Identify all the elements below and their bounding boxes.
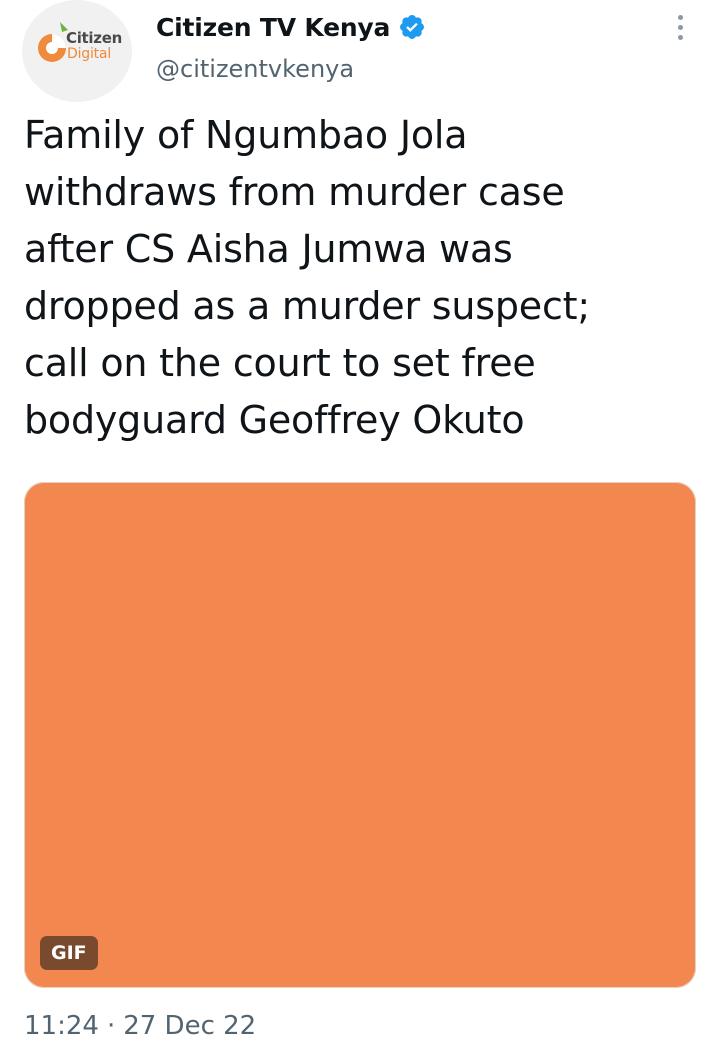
- display-name[interactable]: Citizen TV Kenya: [156, 13, 390, 42]
- tweet-time: 11:24: [24, 1011, 99, 1041]
- tweet-timestamp[interactable]: 11:24 · 27 Dec 22: [24, 1011, 256, 1041]
- tweet-text: Family of Ngumbao Jola withdraws from mu…: [24, 113, 590, 442]
- avatar[interactable]: Citizen Digital: [22, 0, 132, 102]
- more-vertical-icon: [677, 34, 683, 40]
- more-options-button[interactable]: [664, 10, 696, 44]
- more-vertical-icon: [677, 14, 683, 20]
- gif-badge: GIF: [40, 936, 98, 970]
- avatar-logo-line-2: Digital: [67, 46, 112, 62]
- timestamp-separator: ·: [106, 1011, 116, 1041]
- author-handle[interactable]: @citizentvkenya: [156, 55, 354, 83]
- more-vertical-icon: [677, 24, 683, 30]
- tweet-date: 27 Dec 22: [123, 1011, 257, 1041]
- verified-badge-icon: [400, 15, 425, 39]
- tweet-container: Citizen Digital Citizen TV Kenya @citize…: [0, 0, 720, 1048]
- author-name-row: Citizen TV Kenya: [156, 10, 426, 44]
- tweet-media-gif[interactable]: GIF: [24, 482, 696, 988]
- avatar-logo-line-1: Citizen: [66, 29, 122, 47]
